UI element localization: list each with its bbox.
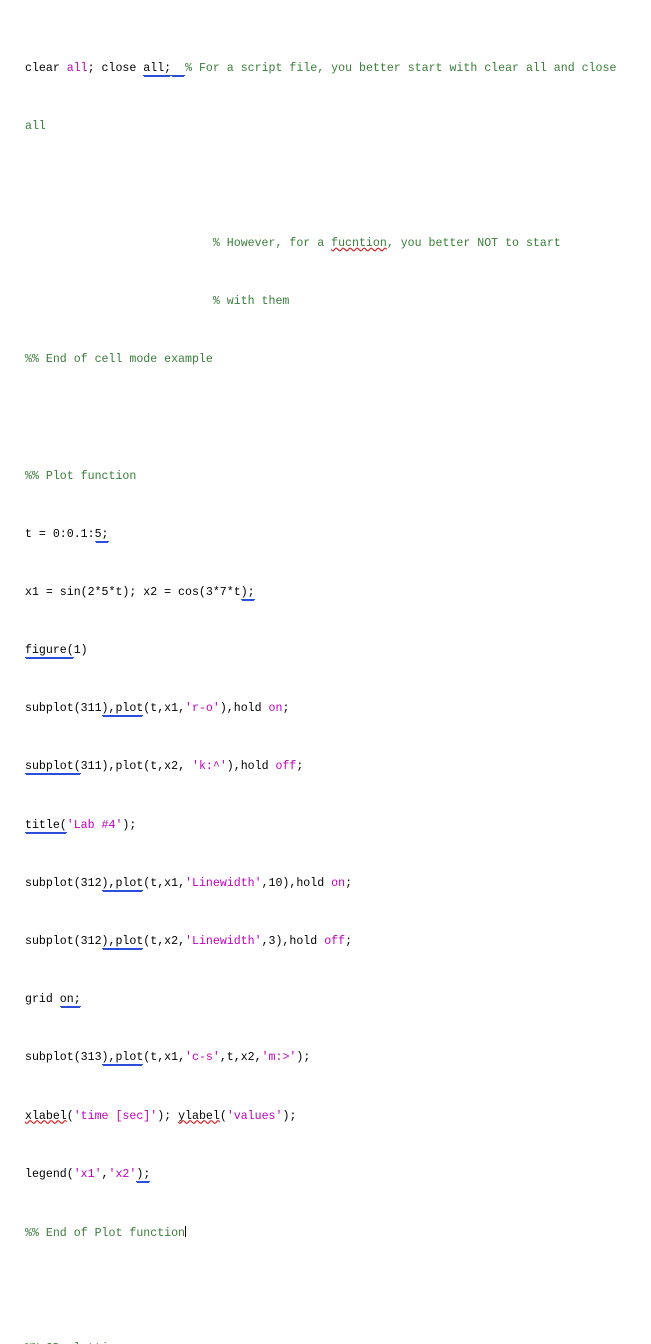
code-line[interactable]: %% End of Plot function [25, 1225, 651, 1241]
code-line[interactable]: subplot(311),plot(t,x2, 'k:^'),hold off; [25, 760, 651, 775]
code-line[interactable]: x1 = sin(2*5*t); x2 = cos(3*7*t); [25, 585, 651, 601]
code-line[interactable]: subplot(311),plot(t,x1,'r-o'),hold on; [25, 702, 651, 717]
code-line[interactable]: % However, for a fucntion, you better NO… [25, 237, 651, 252]
code-line[interactable]: %% 3D plotting [25, 1342, 651, 1344]
code-line[interactable]: %% Plot function [25, 470, 651, 485]
code-line[interactable]: xlabel('time [sec]'); ylabel('values'); [25, 1110, 651, 1125]
code-line[interactable] [25, 179, 651, 194]
text-caret [185, 1225, 187, 1237]
code-editor[interactable]: clear all; close all; % For a script fil… [0, 0, 651, 1344]
code-line[interactable]: subplot(313),plot(t,x1,'c-s',t,x2,'m:>')… [25, 1051, 651, 1066]
code-line[interactable] [25, 411, 651, 426]
code-line[interactable]: t = 0:0.1:5; [25, 527, 651, 543]
code-line[interactable]: % with them [25, 295, 651, 310]
code-line[interactable]: all [25, 120, 651, 135]
code-line[interactable]: subplot(312),plot(t,x2,'Linewidth',3),ho… [25, 935, 651, 950]
code-line[interactable]: figure(1) [25, 644, 651, 659]
code-line[interactable]: clear all; close all; % For a script fil… [25, 62, 651, 77]
code-line[interactable]: legend('x1','x2'); [25, 1167, 651, 1183]
code-line[interactable]: title('Lab #4'); [25, 818, 651, 834]
code-line[interactable] [25, 1284, 651, 1299]
code-line[interactable]: %% End of cell mode example [25, 353, 651, 368]
code-line[interactable]: grid on; [25, 993, 651, 1008]
code-text-area[interactable]: clear all; close all; % For a script fil… [25, 4, 651, 1344]
code-line[interactable]: subplot(312),plot(t,x1,'Linewidth',10),h… [25, 876, 651, 892]
